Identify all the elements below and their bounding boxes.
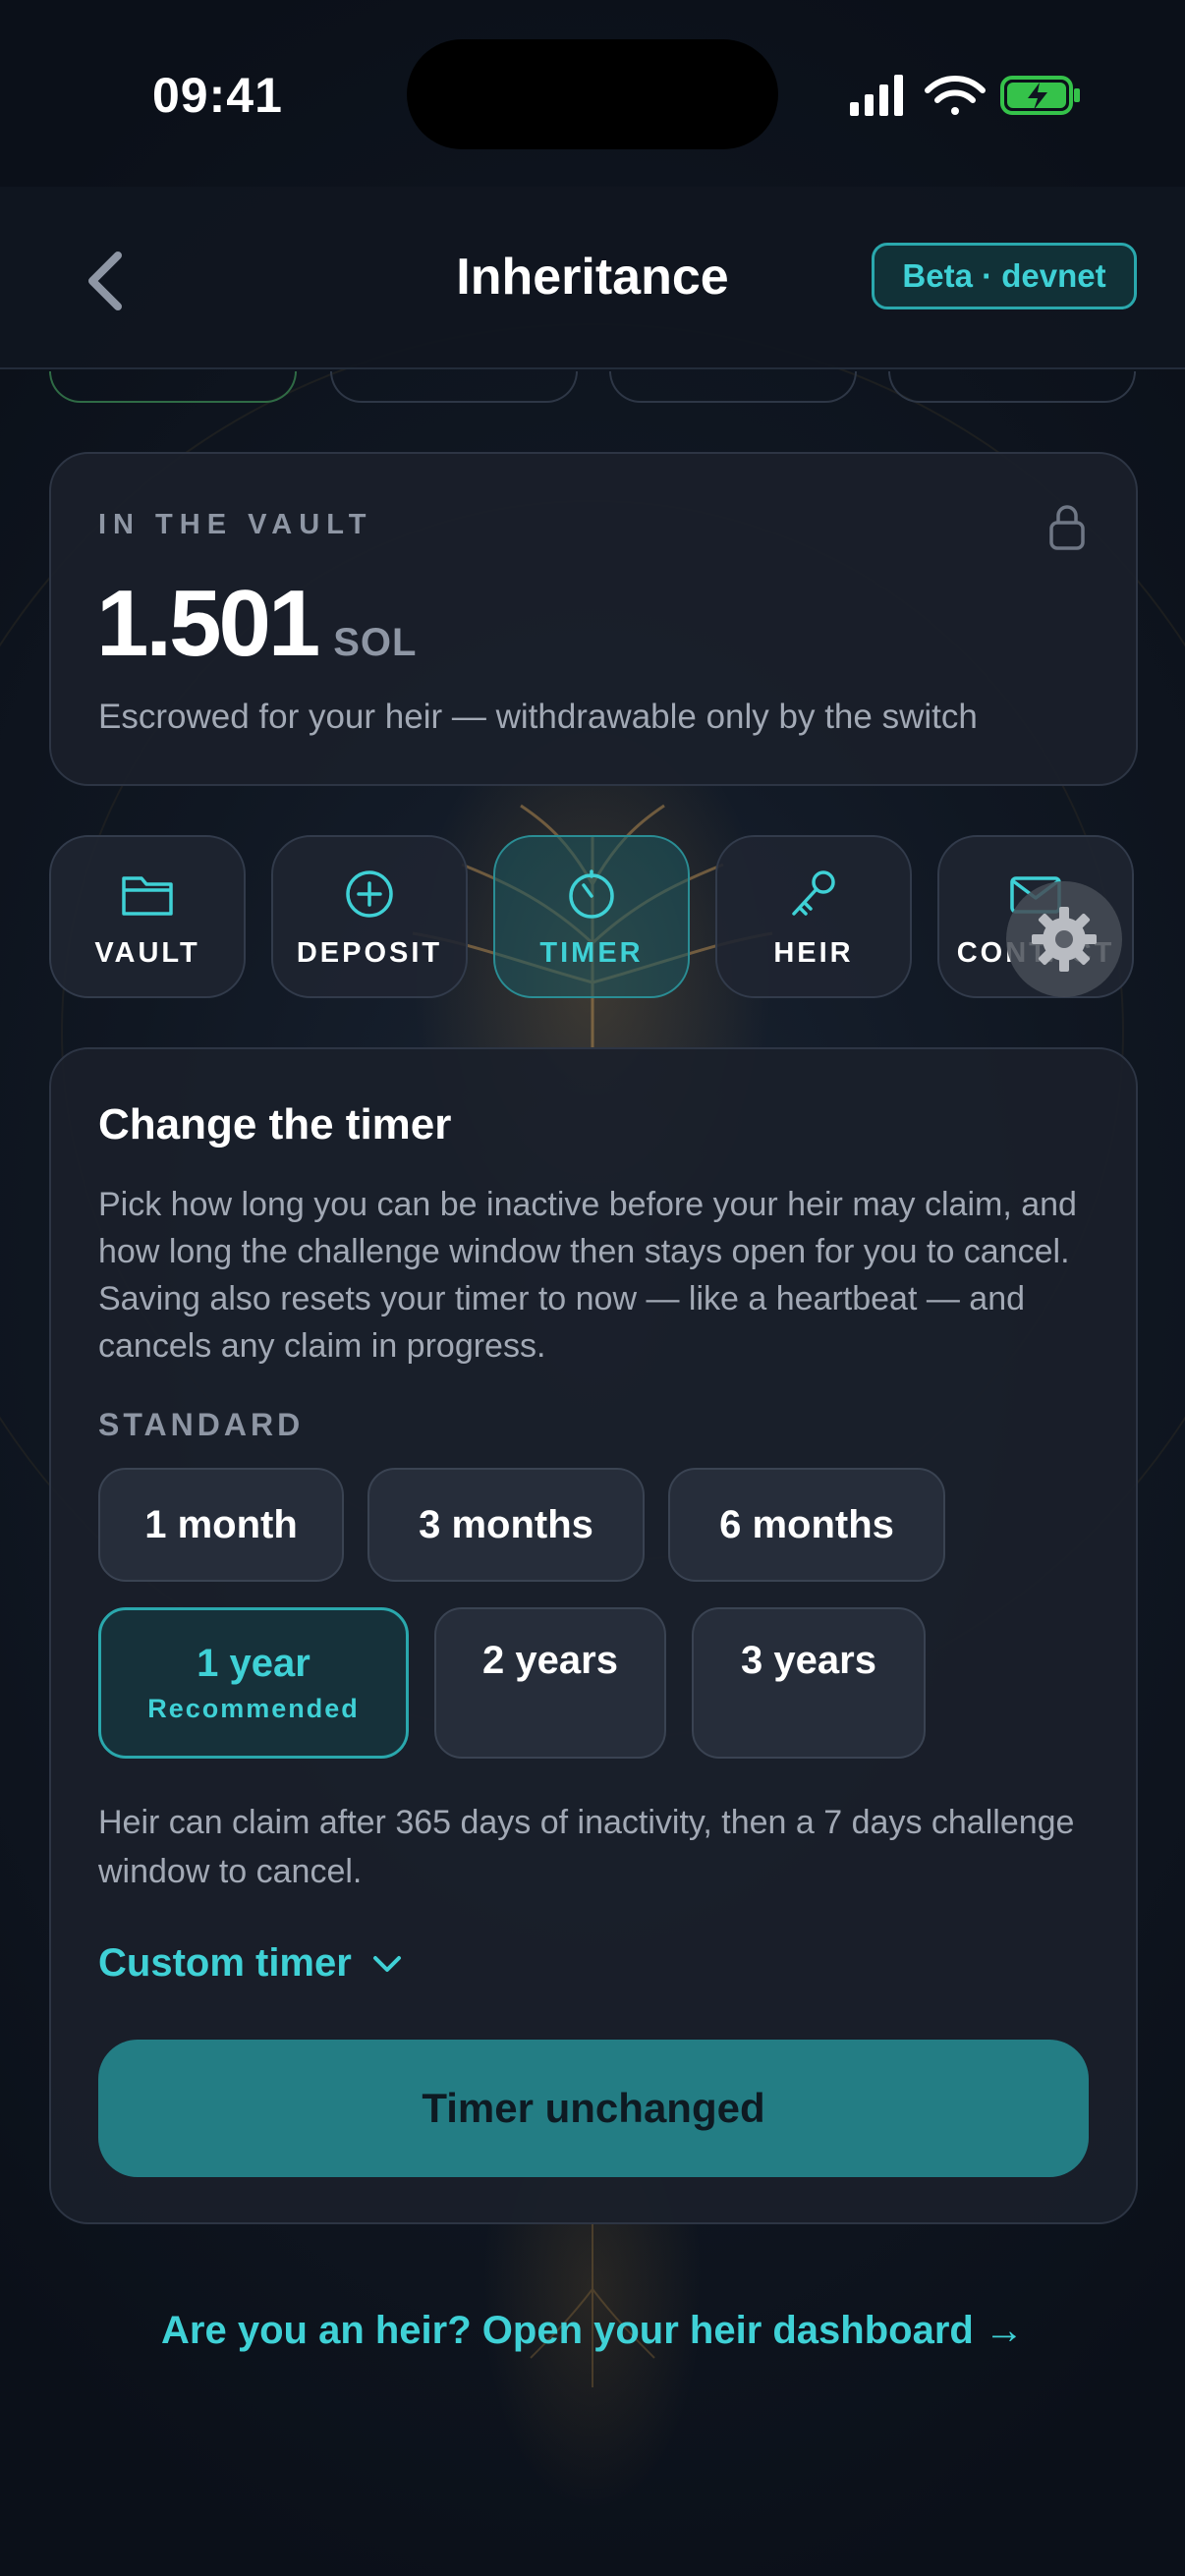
timer-title: Change the timer	[98, 1100, 452, 1148]
hidden-tile-peek	[49, 371, 297, 403]
option-label: 2 years	[482, 1639, 618, 1682]
nav-header: Inheritance Beta · devnet	[0, 187, 1185, 369]
tab-vault[interactable]: VAULT	[49, 835, 246, 998]
tab-timer[interactable]: TIMER	[493, 835, 690, 998]
status-time: 09:41	[152, 68, 283, 123]
vault-kicker: IN THE VAULT	[98, 509, 373, 540]
timer-option-1-year[interactable]: 1 year Recommended	[98, 1607, 409, 1759]
folder-icon	[122, 876, 173, 916]
vault-amount: 1.501 SOL	[96, 570, 417, 678]
heir-dashboard-link[interactable]: Are you an heir? Open your heir dashboar…	[0, 2309, 1185, 2353]
timer-summary: Heir can claim after 365 days of inactiv…	[98, 1804, 1075, 1890]
timer-description: Pick how long you can be inactive before…	[98, 1186, 1077, 1365]
signal-icon	[850, 75, 903, 116]
wifi-icon	[925, 76, 986, 115]
option-label: 1 month	[144, 1502, 298, 1546]
vault-amount-value: 1.501	[96, 571, 320, 676]
timer-option-6-months[interactable]: 6 months	[668, 1468, 945, 1582]
settings-fab[interactable]	[1006, 881, 1122, 997]
timer-option-2-years[interactable]: 2 years	[434, 1607, 666, 1759]
lock-icon	[1049, 505, 1085, 550]
battery-icon	[1000, 76, 1080, 115]
custom-timer-label: Custom timer	[98, 1941, 352, 1985]
timer-card: Change the timer Pick how long you can b…	[49, 1047, 1138, 2224]
timer-option-3-years[interactable]: 3 years	[692, 1607, 926, 1759]
chevron-down-icon	[372, 1955, 401, 1972]
plus-circle-icon	[346, 870, 393, 918]
tab-heir[interactable]: HEIR	[715, 835, 912, 998]
vault-description: Escrowed for your heir — withdrawable on…	[98, 698, 978, 736]
tab-deposit-label: DEPOSIT	[296, 937, 443, 969]
hidden-tile-peek	[330, 371, 578, 403]
custom-timer-toggle[interactable]: Custom timer	[98, 1941, 405, 1986]
vault-card: IN THE VAULT 1.501 SOL Escrowed for your…	[49, 452, 1138, 786]
hidden-tile-peek	[609, 371, 857, 403]
option-label: 3 months	[419, 1502, 593, 1546]
tab-heir-label: HEIR	[773, 937, 854, 969]
hidden-tile-peek	[888, 371, 1136, 403]
gear-icon	[1032, 907, 1097, 972]
option-label: 3 years	[741, 1639, 876, 1682]
tab-timer-label: TIMER	[539, 937, 644, 969]
recommended-label: Recommended	[147, 1694, 360, 1723]
key-icon	[792, 870, 835, 916]
save-timer-button[interactable]: Timer unchanged	[98, 2040, 1089, 2177]
status-icons	[850, 75, 1080, 116]
option-label: 1 year	[197, 1642, 310, 1685]
option-label: 6 months	[719, 1502, 894, 1546]
tab-vault-label: VAULT	[94, 937, 200, 969]
dynamic-island	[407, 39, 778, 149]
timer-icon	[569, 869, 614, 919]
section-label-standard: STANDARD	[98, 1407, 305, 1442]
network-badge: Beta · devnet	[872, 243, 1137, 309]
vault-amount-unit: SOL	[333, 621, 418, 664]
timer-option-3-months[interactable]: 3 months	[367, 1468, 645, 1582]
tab-deposit[interactable]: DEPOSIT	[271, 835, 468, 998]
timer-option-1-month[interactable]: 1 month	[98, 1468, 344, 1582]
